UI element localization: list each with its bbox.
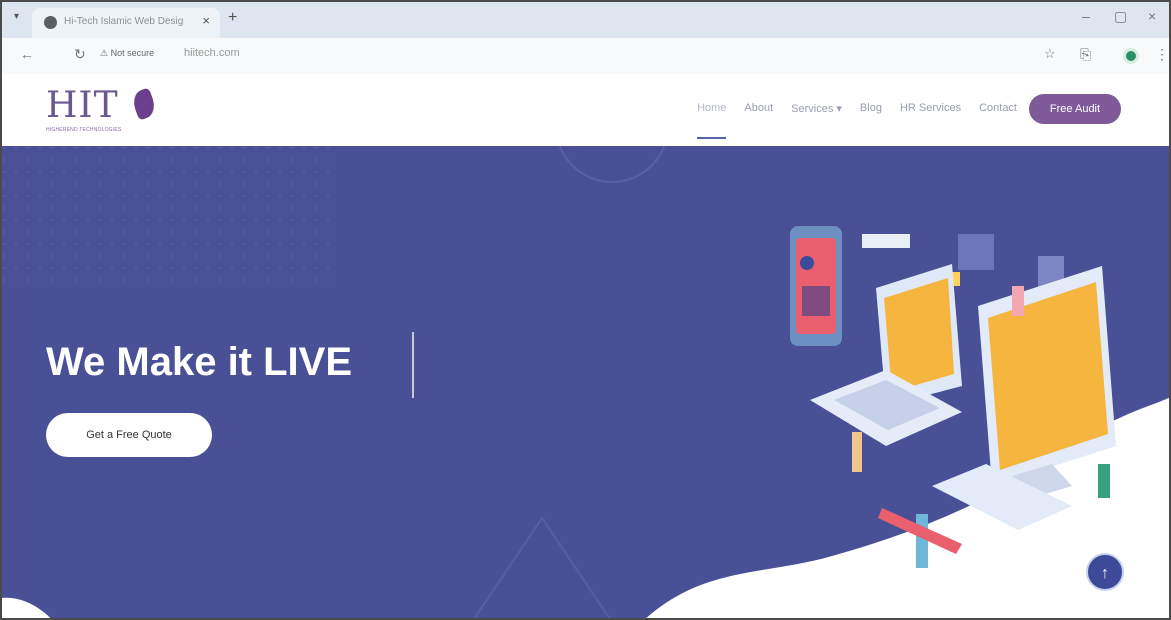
scroll-to-top-button[interactable]: ↑: [1086, 553, 1124, 591]
profile-avatar[interactable]: [1123, 48, 1139, 64]
tab-search-icon[interactable]: ▾: [14, 11, 19, 22]
menu-icon[interactable]: ⋮: [1155, 46, 1169, 63]
url-text: hiitech.com: [184, 47, 240, 59]
back-icon[interactable]: ←: [20, 46, 34, 62]
minimize-icon[interactable]: –: [1082, 8, 1090, 24]
nav-services[interactable]: Services ▾: [791, 102, 842, 115]
not-secure-indicator[interactable]: ⚠ Not secure: [100, 48, 154, 59]
corner-wave: [2, 597, 51, 618]
maximize-icon[interactable]: ▢: [1114, 8, 1127, 25]
browser-tab[interactable]: Hi-Tech Islamic Web Design Company ×: [32, 8, 220, 38]
search-bar-graphic: [862, 234, 910, 248]
browser-window: ▾ Hi-Tech Islamic Web Design Company × +…: [0, 0, 1171, 620]
phone-avatar: [800, 256, 814, 270]
site-logo[interactable]: HIT HIGHEREND TECHNOLOGIES: [46, 86, 166, 134]
arrow-up-icon: ↑: [1101, 565, 1109, 582]
decor-arc: [558, 146, 666, 183]
site-header: HIT HIGHEREND TECHNOLOGIES Home About Se…: [2, 74, 1169, 146]
logo-tagline: HIGHEREND TECHNOLOGIES: [46, 127, 122, 133]
tab-close-icon[interactable]: ×: [202, 13, 210, 28]
nav-blog[interactable]: Blog: [860, 102, 882, 115]
nav-about[interactable]: About: [744, 102, 773, 115]
logo-text: HIT: [46, 85, 119, 126]
free-audit-button[interactable]: Free Audit: [1029, 94, 1121, 124]
person-right: [1098, 464, 1110, 498]
server-graphic: [958, 234, 994, 270]
typing-cursor: [412, 332, 414, 398]
phone-chart: [802, 286, 830, 316]
person-bottom: [916, 514, 928, 568]
warning-icon: ⚠: [100, 48, 109, 58]
favicon-icon: [44, 16, 57, 29]
tab-title: Hi-Tech Islamic Web Design Company: [64, 16, 184, 27]
security-label: Not secure: [110, 48, 155, 58]
decor-triangle: [473, 516, 611, 618]
new-tab-icon[interactable]: +: [228, 9, 237, 27]
dot-pattern: [2, 146, 332, 286]
person-top: [1012, 286, 1024, 316]
hero-title: We Make it LIVE: [46, 340, 353, 384]
browser-toolbar: ← ↻ ⚠ Not secure hiitech.com ☆ ⎘ ⋮: [2, 38, 1169, 74]
address-bar[interactable]: ⚠ Not secure hiitech.com: [100, 45, 980, 67]
nav-contact[interactable]: Contact: [979, 102, 1017, 115]
hero-section: We Make it LIVE Get a Free Quote ↑: [2, 146, 1169, 618]
close-window-icon[interactable]: ×: [1148, 8, 1156, 24]
reload-icon[interactable]: ↻: [74, 46, 86, 63]
bookmark-star-icon[interactable]: ☆: [1044, 46, 1056, 62]
nav-home[interactable]: Home: [697, 102, 727, 139]
main-nav: Home About Services ▾ Blog HR Services C…: [697, 102, 1017, 139]
extensions-icon[interactable]: ⎘: [1080, 46, 1091, 63]
get-free-quote-button[interactable]: Get a Free Quote: [46, 413, 212, 457]
person-left: [852, 432, 862, 472]
nav-hr-services[interactable]: HR Services: [900, 102, 961, 115]
tab-strip: ▾ Hi-Tech Islamic Web Design Company × +…: [2, 2, 1169, 38]
leaf-icon: [129, 87, 159, 121]
